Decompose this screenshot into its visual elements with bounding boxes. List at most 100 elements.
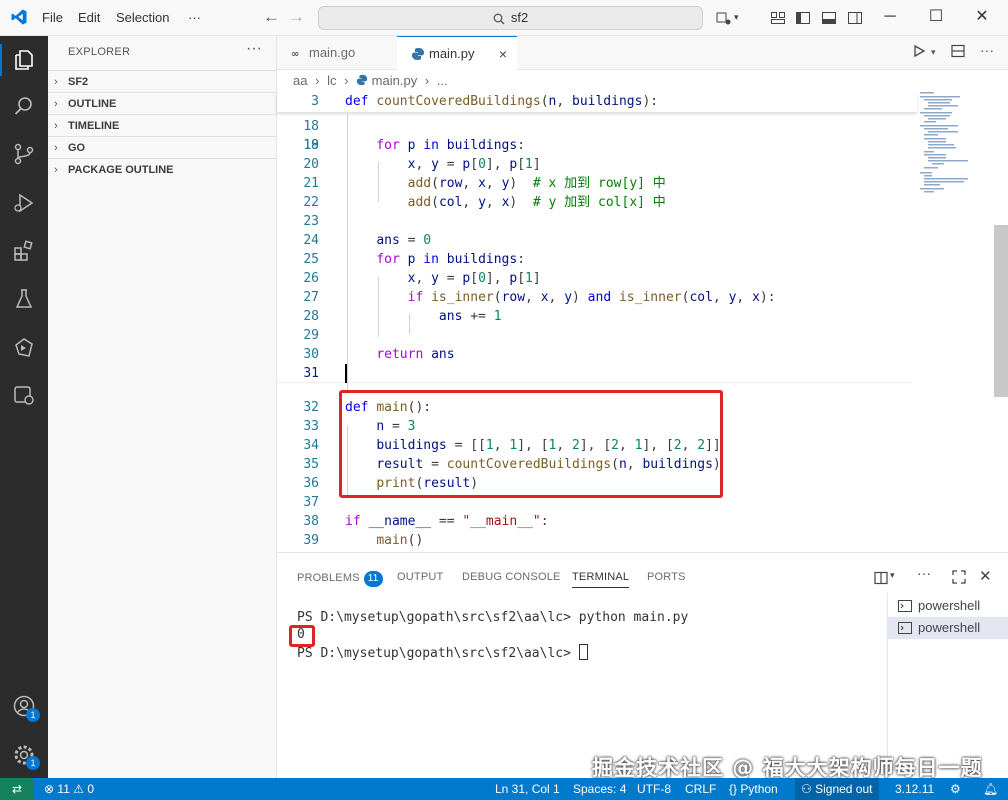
tab-label: main.py (429, 46, 475, 61)
line-ending[interactable]: CRLF (685, 778, 716, 800)
breadcrumb: aa › lc › main.py › ... (293, 73, 448, 88)
language-mode[interactable]: {} Python (729, 778, 778, 800)
breadcrumb-symbol[interactable]: ... (437, 73, 448, 88)
breadcrumb-lc[interactable]: lc (327, 73, 336, 88)
section-go[interactable]: › GO (48, 136, 277, 158)
vscode-logo-icon (11, 9, 27, 25)
close-panel-icon[interactable]: ✕ (979, 567, 992, 585)
remote-explorer-icon[interactable] (12, 336, 36, 360)
testing-flask-icon[interactable] (12, 287, 36, 311)
chevron-right-icon: › (54, 164, 58, 176)
error-icon: ⊗ (44, 782, 55, 796)
split-terminal-icon[interactable] (874, 571, 888, 585)
layout-customize-icon[interactable] (770, 10, 786, 26)
toggle-panel-icon[interactable] (821, 10, 837, 26)
run-python-icon[interactable] (912, 44, 926, 58)
panel-more-icon[interactable]: ··· (917, 565, 931, 581)
terminal-dropdown-icon[interactable]: ▾ (890, 570, 895, 581)
section-label: OUTLINE (68, 98, 117, 110)
warning-icon: ⚠ (73, 782, 84, 796)
sidebar-more-button[interactable]: ··· (246, 40, 262, 58)
search-icon (493, 13, 505, 25)
python-file-icon (356, 74, 368, 86)
code-line-31: 31 (277, 364, 912, 383)
tab-label: main.go (309, 45, 356, 60)
activity-bar: 1 1 (0, 36, 48, 778)
tab-main-py[interactable]: main.py × (397, 36, 517, 70)
indentation[interactable]: Spaces: 4 (573, 778, 626, 800)
python-version[interactable]: 3.12.11 (895, 778, 934, 800)
editor-more-icon[interactable]: ··· (980, 42, 994, 58)
section-label: SF2 (68, 76, 89, 88)
editor-scrollbar[interactable] (994, 225, 1008, 397)
account-status[interactable]: ⚇ Signed out (795, 778, 879, 800)
terminal-instance-1[interactable]: powershell (888, 595, 1008, 617)
bottom-panel: PROBLEMS 11 OUTPUT DEBUG CONSOLE TERMINAL… (277, 552, 1008, 779)
search-text: sf2 (510, 10, 529, 25)
section-package-outline[interactable]: › PACKAGE OUTLINE (48, 158, 277, 180)
terminal-line-prompt[interactable]: PS D:\mysetup\gopath\src\sf2\aa\lc> (297, 644, 588, 661)
run-dropdown-icon[interactable]: ▾ (931, 47, 936, 58)
menu-selection[interactable]: Selection (116, 10, 169, 25)
menu-more[interactable]: ··· (188, 10, 201, 25)
menu-edit[interactable]: Edit (78, 10, 100, 25)
close-tab-icon[interactable]: × (499, 37, 507, 71)
copilot-settings-icon[interactable] (716, 10, 732, 26)
section-outline[interactable]: › OUTLINE (48, 92, 277, 114)
settings-badge: 1 (26, 756, 40, 770)
command-center-search[interactable]: sf2 (318, 6, 703, 30)
extensions-icon[interactable] (12, 239, 36, 263)
remote-indicator[interactable]: ⇄ (0, 778, 34, 800)
terminal-line-command: PS D:\mysetup\gopath\src\sf2\aa\lc> pyth… (297, 610, 689, 625)
section-sf2[interactable]: › SF2 (48, 70, 277, 92)
tab-problems[interactable]: PROBLEMS 11 (297, 571, 383, 587)
remote-icon: ⇄ (11, 782, 23, 796)
account-icon: ⚇ (801, 782, 812, 796)
tab-ports[interactable]: PORTS (647, 571, 686, 583)
code-editor[interactable]: 18 19 for p in buildings: 20 x, y = p[0]… (277, 92, 1008, 552)
accounts-badge: 1 (26, 708, 40, 722)
minimap[interactable] (918, 92, 994, 552)
chevron-right-icon: › (54, 120, 58, 132)
source-control-icon[interactable] (12, 142, 36, 166)
svg-text:∞: ∞ (291, 49, 299, 60)
tab-terminal[interactable]: TERMINAL (572, 571, 630, 588)
tab-main-go[interactable]: ∞ main.go (277, 36, 397, 70)
maximize-panel-icon[interactable] (952, 570, 966, 584)
notifications-icon[interactable]: 🔔︎ (983, 778, 998, 800)
section-timeline[interactable]: › TIMELINE (48, 114, 277, 136)
section-label: GO (68, 142, 86, 154)
maximize-button[interactable]: ☐ (913, 4, 959, 30)
python-file-icon (412, 48, 424, 60)
close-window-button[interactable]: ✕ (959, 4, 1005, 30)
toggle-secondary-sidebar-icon[interactable] (847, 10, 863, 26)
dropdown-chevron-icon[interactable]: ▾ (734, 12, 750, 28)
run-debug-icon[interactable] (12, 191, 36, 215)
remote-window-icon[interactable] (12, 383, 36, 407)
breadcrumb-file[interactable]: main.py (372, 73, 418, 88)
back-arrow-icon[interactable]: ← (263, 7, 280, 27)
problems-badge: 11 (363, 571, 383, 587)
tab-output[interactable]: OUTPUT (397, 571, 443, 583)
cursor-position[interactable]: Ln 31, Col 1 (495, 778, 560, 800)
forward-arrow-icon[interactable]: → (288, 7, 305, 27)
go-file-icon: ∞ (291, 49, 299, 60)
menu-file[interactable]: File (42, 10, 63, 25)
search-view-icon[interactable] (12, 94, 36, 118)
sticky-scroll-header[interactable]: 3 def countCoveredBuildings(n, buildings)… (277, 92, 917, 112)
minimize-button[interactable]: ─ (867, 4, 913, 30)
explorer-icon[interactable] (12, 48, 36, 72)
copilot-icon[interactable]: ⚙ (950, 778, 961, 800)
problems-status[interactable]: ⊗ 11 ⚠ 0 (44, 778, 94, 800)
tab-debug-console[interactable]: DEBUG CONSOLE (462, 571, 561, 583)
encoding[interactable]: UTF-8 (637, 778, 671, 800)
code-line-18: 18 (303, 119, 319, 134)
terminal-cursor (578, 644, 588, 660)
code-line-19: 19 for p in buildings: (303, 138, 526, 153)
breadcrumb-aa[interactable]: aa (293, 73, 307, 88)
active-indicator (0, 44, 2, 76)
split-editor-icon[interactable] (951, 44, 965, 58)
toggle-sidebar-icon[interactable] (795, 10, 811, 26)
title-bar: File Edit Selection ··· ← → sf2 ▾ ─ ☐ ✕ (0, 0, 1008, 36)
terminal-instance-2[interactable]: powershell (888, 617, 1008, 639)
